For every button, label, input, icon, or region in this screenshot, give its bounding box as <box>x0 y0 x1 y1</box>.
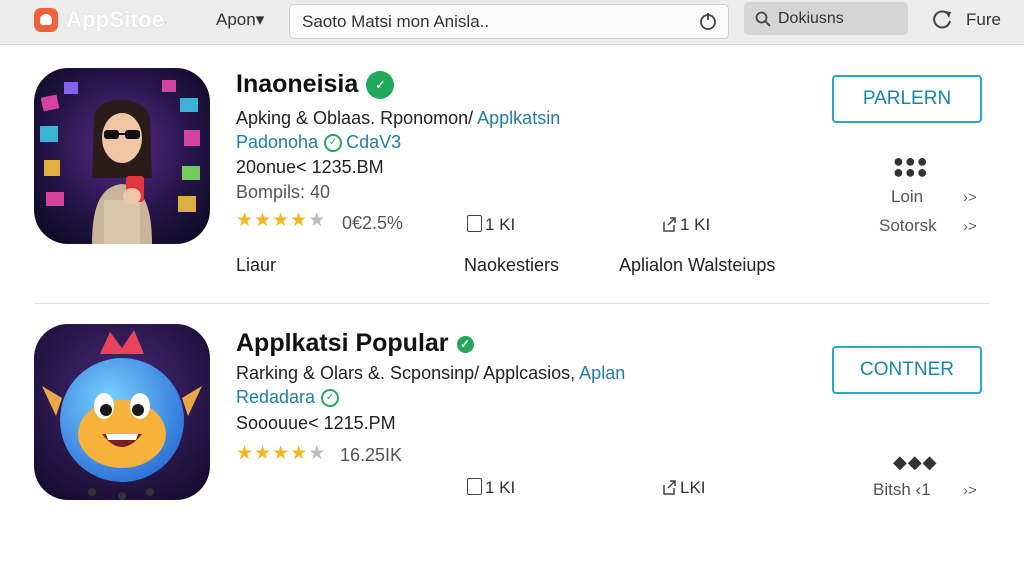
reload-icon[interactable] <box>931 8 953 30</box>
check-circle-icon: ✓ <box>324 134 343 153</box>
tag-item[interactable]: Naokestiers <box>464 255 559 276</box>
primary-action-button[interactable]: CONTNER <box>832 346 982 394</box>
side-link-text: Bitsh <box>873 480 911 499</box>
app-size: Sooouue< 1215.PM <box>236 413 396 433</box>
chevron-right-icon[interactable]: ›> <box>963 218 977 235</box>
app-subtitle: Rarking & Olars &. Scponsinp/ Applcasios… <box>236 363 625 384</box>
developer-name[interactable]: Padonoha <box>236 132 318 152</box>
share-stat: 1 KI <box>661 215 710 235</box>
side-link-suffix: ‹1 <box>915 480 931 499</box>
star-icon: ★ <box>236 210 255 231</box>
star-icon: ★ <box>254 443 273 464</box>
search-filter-label: Dokiusns <box>778 10 844 27</box>
star-empty-icon: ★ <box>308 443 327 464</box>
top-bar: AppSitoe · Apon▾ Saoto Matsi mon Anisla.… <box>0 0 1024 45</box>
rating-value: 0€2.5% <box>342 213 404 233</box>
app-title-text: Applkatsi Popular <box>236 329 449 357</box>
app-icon-image[interactable] <box>34 68 210 244</box>
share-icon <box>663 217 676 232</box>
side-link[interactable]: Sotorsk <box>879 216 937 236</box>
star-empty-icon: ★ <box>308 210 327 231</box>
star-icon: ★ <box>272 443 291 464</box>
power-refresh-icon[interactable] <box>698 11 718 31</box>
downloads-stat-value: 1 KI <box>485 215 516 234</box>
brand-dot: · <box>164 17 168 28</box>
star-icon: ★ <box>236 443 255 464</box>
developer-row: Redadara ✓ <box>236 387 343 408</box>
chevron-right-icon[interactable]: ›> <box>963 482 977 499</box>
developer-secondary[interactable]: CdaV3 <box>346 132 401 152</box>
app-title[interactable]: Applkatsi Popular ✓ <box>236 329 474 358</box>
star-icon: ★ <box>290 210 309 231</box>
search-input-value: Saoto Matsi mon Anisla.. <box>302 12 490 31</box>
downloads-stat: 1 KI <box>467 215 515 235</box>
share-icon <box>663 480 676 495</box>
app-subtitle: Apking & Oblaas. Rponomon/ Applkatsin <box>236 108 560 129</box>
app-card[interactable]: Applkatsi Popular ✓ Rarking & Olars &. Sc… <box>0 306 1024 566</box>
search-input[interactable]: Saoto Matsi mon Anisla.. <box>289 4 729 39</box>
star-icon: ★ <box>272 210 291 231</box>
rating-value: 16.25IK <box>340 445 403 465</box>
share-stat-value: LKI <box>680 478 706 497</box>
app-subtitle-link[interactable]: Applkatsin <box>477 108 560 128</box>
app-size: 20onue< 1235.BM <box>236 157 384 177</box>
download-icon <box>467 215 482 232</box>
download-icon <box>467 478 482 495</box>
star-icon: ★ <box>254 210 273 231</box>
verified-badge-icon: ✓ <box>366 71 395 100</box>
side-link[interactable]: Loin <box>891 187 923 207</box>
app-subtitle-text: Apking & Oblaas. Rponomon/ <box>236 108 478 128</box>
more-options-icon[interactable]: ●●● ●●● <box>893 152 929 181</box>
star-icon: ★ <box>290 443 309 464</box>
brand-name[interactable]: AppSitoe <box>66 7 164 33</box>
downloads-stat-value: 1 KI <box>485 478 516 497</box>
app-title-text: Inaoneisia <box>236 70 359 98</box>
rating-stars: ★★★★★ <box>236 442 326 465</box>
search-icon <box>755 11 771 27</box>
app-subtitle-text: Rarking & Olars &. Scponsinp/ Applcasios… <box>236 363 580 383</box>
check-circle-icon: ✓ <box>321 389 340 408</box>
search-filter-button[interactable]: Dokiusns <box>744 2 908 35</box>
app-card[interactable]: Inaoneisia ✓ Apking & Oblaas. Rponomon/ A… <box>0 46 1024 306</box>
more-options-icon[interactable]: ◆◆◆ <box>893 452 938 473</box>
app-store-logo-icon[interactable] <box>34 8 58 32</box>
tag-item[interactable]: Liaur <box>236 255 276 276</box>
app-reviews-count: Bompils: 40 <box>236 182 331 202</box>
app-icon-image[interactable] <box>34 324 210 500</box>
developer-name[interactable]: Redadara <box>236 387 315 407</box>
tag-item[interactable]: Aplialon Walsteiups <box>619 255 775 276</box>
card-divider <box>34 303 990 304</box>
chevron-right-icon[interactable]: ›> <box>963 189 977 206</box>
share-stat: LKI <box>661 478 706 498</box>
apps-menu-dropdown[interactable]: Apon▾ <box>216 10 264 30</box>
app-subtitle-link[interactable]: Aplan <box>579 363 625 383</box>
share-stat-value: 1 KI <box>680 215 711 234</box>
reload-label[interactable]: Fure <box>966 10 1001 30</box>
app-title[interactable]: Inaoneisia ✓ <box>236 70 395 100</box>
verified-badge-icon: ✓ <box>456 335 474 353</box>
developer-row: Padonoha ✓ CdaV3 <box>236 132 401 153</box>
rating-stars: ★★★★★ <box>236 209 326 232</box>
primary-action-button[interactable]: PARLERN <box>832 75 982 123</box>
side-link[interactable]: Bitsh ‹1 <box>873 480 931 500</box>
downloads-stat: 1 KI <box>467 478 515 498</box>
